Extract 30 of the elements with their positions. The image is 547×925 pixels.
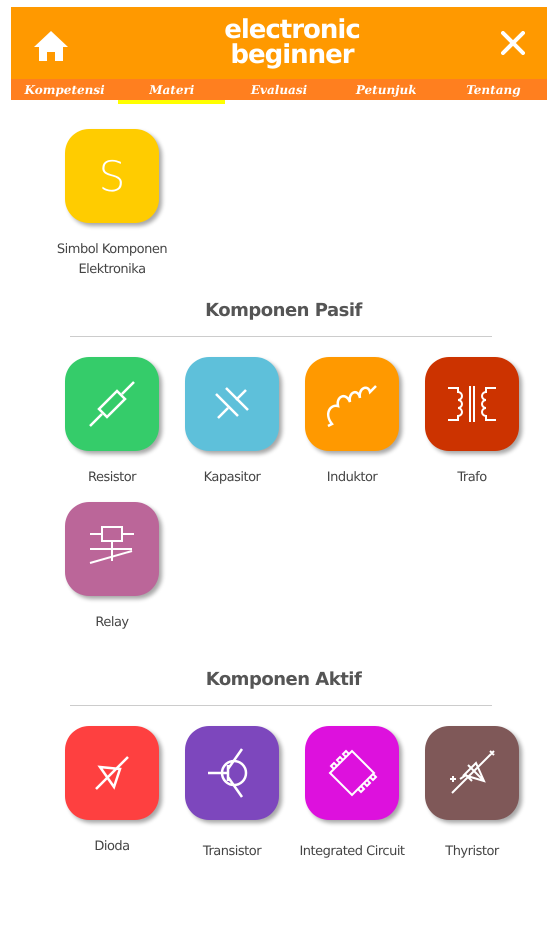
component-tile[interactable]	[185, 357, 279, 451]
component-label: Transistor	[202, 843, 263, 861]
component-tile[interactable]: S	[65, 129, 159, 223]
nav-tab[interactable]: Evaluasi	[225, 79, 333, 104]
app-logo: electronic beginner	[224, 18, 360, 68]
nav-tab[interactable]: Tentang	[440, 79, 547, 104]
component-label: Relay	[94, 614, 130, 632]
close-icon[interactable]	[500, 31, 525, 55]
component-tile[interactable]	[65, 726, 159, 820]
component-label: Kapasitor	[202, 469, 262, 487]
nav-tab[interactable]: Kompetensi	[11, 79, 118, 104]
component-tile[interactable]	[425, 726, 519, 820]
section-heading: Komponen Aktif	[204, 669, 363, 690]
component-tile[interactable]	[65, 502, 159, 596]
section-heading: Komponen Pasif	[204, 300, 364, 321]
component-label: Resistor	[87, 469, 138, 487]
component-tile[interactable]	[305, 357, 399, 451]
component-label: Induktor	[326, 469, 379, 487]
nav-tab[interactable]: Petunjuk	[332, 79, 440, 104]
component-tile[interactable]	[425, 357, 519, 451]
component-tile[interactable]	[305, 726, 399, 820]
component-label: Integrated Circuit	[298, 843, 406, 861]
component-label: Dioda	[93, 838, 131, 856]
component-label: Thyristor	[444, 843, 500, 861]
tile-letter: S	[98, 152, 126, 200]
component-tile[interactable]	[65, 357, 159, 451]
component-tile[interactable]	[185, 726, 279, 820]
home-icon[interactable]	[33, 30, 69, 62]
component-label: Simbol Komponen Elektronika	[56, 241, 168, 279]
component-label: Trafo	[456, 469, 488, 487]
